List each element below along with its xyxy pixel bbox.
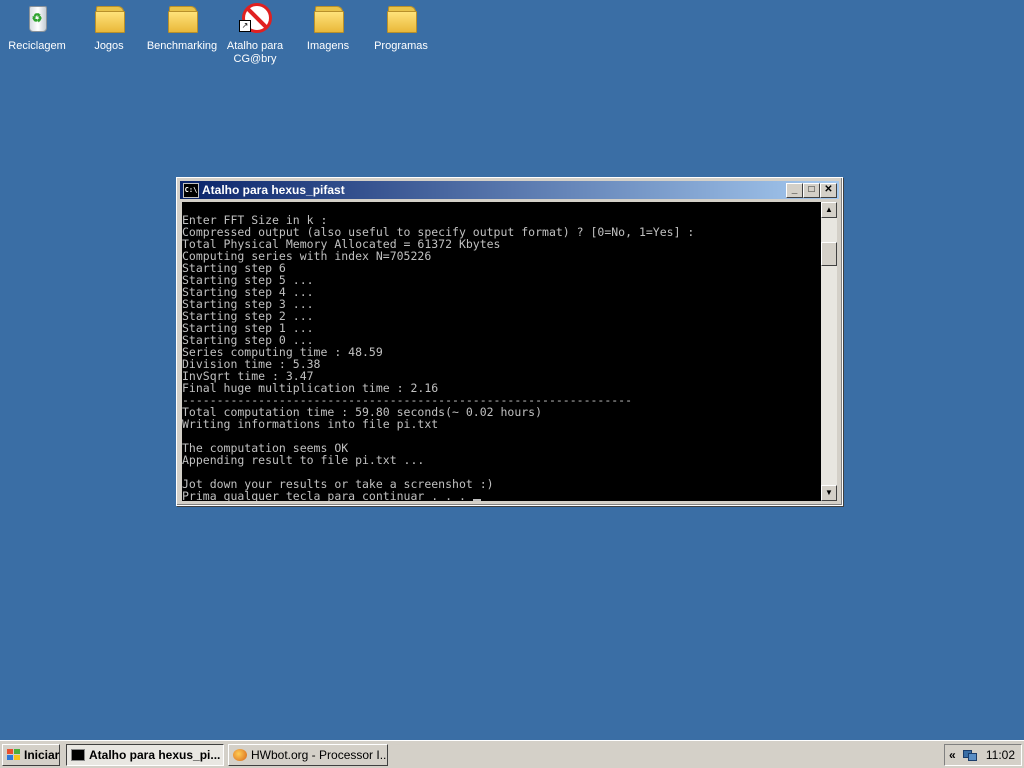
console-line: Prima qualquer tecla para continuar . . … — [182, 490, 821, 501]
desktop-icon-atalho-cgbry[interactable]: ↗ Atalho para CG@bry — [218, 2, 292, 66]
close-icon: ✕ — [824, 184, 833, 195]
folder-icon — [166, 2, 198, 34]
console-window: C:\ Atalho para hexus_pifast _ □ ✕ Enter… — [176, 177, 843, 506]
minimize-button[interactable]: _ — [786, 183, 803, 198]
console-icon[interactable]: C:\ — [183, 183, 199, 198]
browser-icon — [233, 749, 247, 761]
recycle-bin-icon: ♻ — [21, 2, 53, 34]
console-icon — [71, 749, 85, 761]
desktop-icon-label: Imagens — [306, 40, 350, 52]
taskbar: Iniciar Atalho para hexus_pi... HWbot.or… — [0, 740, 1024, 768]
close-button[interactable]: ✕ — [820, 183, 837, 198]
maximize-icon: □ — [808, 184, 815, 195]
maximize-button[interactable]: □ — [803, 183, 820, 198]
desktop-icon-label: Atalho para CG@bry — [226, 40, 284, 65]
scroll-down-button[interactable]: ▼ — [821, 485, 837, 501]
desktop-icon-label: Jogos — [94, 40, 124, 52]
taskbar-item-label: Atalho para hexus_pi... — [89, 748, 221, 762]
taskbar-item-console[interactable]: Atalho para hexus_pi... — [66, 744, 224, 766]
shortcut-arrow-icon: ↗ — [239, 20, 251, 32]
arrow-down-icon: ▼ — [825, 488, 833, 497]
desktop-icon-programas[interactable]: Programas — [364, 2, 438, 53]
folder-icon — [385, 2, 417, 34]
desktop-icon-imagens[interactable]: Imagens — [291, 2, 365, 53]
vertical-scrollbar[interactable]: ▲ ▼ — [821, 202, 837, 501]
desktop-icon-label: Programas — [374, 40, 428, 52]
console-line: Writing informations into file pi.txt — [182, 417, 439, 431]
windows-flag-icon — [7, 749, 21, 761]
start-label: Iniciar — [24, 748, 60, 762]
no-entry-icon: ↗ — [239, 2, 272, 34]
desktop-icon-benchmarking[interactable]: Benchmarking — [145, 2, 219, 53]
start-button[interactable]: Iniciar — [2, 744, 60, 766]
text-cursor — [472, 499, 481, 501]
taskbar-item-browser[interactable]: HWbot.org - Processor I... — [228, 744, 388, 766]
scroll-thumb[interactable] — [821, 242, 837, 266]
window-titlebar[interactable]: C:\ Atalho para hexus_pifast _ □ ✕ — [180, 181, 839, 199]
system-tray: « 11:02 — [944, 744, 1022, 766]
desktop-icon-reciclagem[interactable]: ♻ Reciclagem — [0, 2, 74, 53]
desktop-icon-label: Benchmarking — [146, 40, 218, 52]
desktop-icon-label: Reciclagem — [8, 40, 66, 52]
tray-expand-button[interactable]: « — [949, 745, 956, 765]
minimize-icon: _ — [791, 184, 798, 195]
console-output[interactable]: Enter FFT Size in k : Compressed output (… — [182, 202, 821, 501]
desktop-icon-jogos[interactable]: Jogos — [72, 2, 146, 53]
scroll-up-button[interactable]: ▲ — [821, 202, 837, 218]
taskbar-item-label: HWbot.org - Processor I... — [251, 748, 388, 762]
window-title: Atalho para hexus_pifast — [202, 183, 345, 197]
console-line: Appending result to file pi.txt ... — [182, 453, 425, 467]
clock[interactable]: 11:02 — [986, 745, 1015, 765]
folder-icon — [312, 2, 344, 34]
folder-icon — [93, 2, 125, 34]
arrow-up-icon: ▲ — [825, 205, 833, 214]
network-icon[interactable] — [963, 748, 977, 761]
